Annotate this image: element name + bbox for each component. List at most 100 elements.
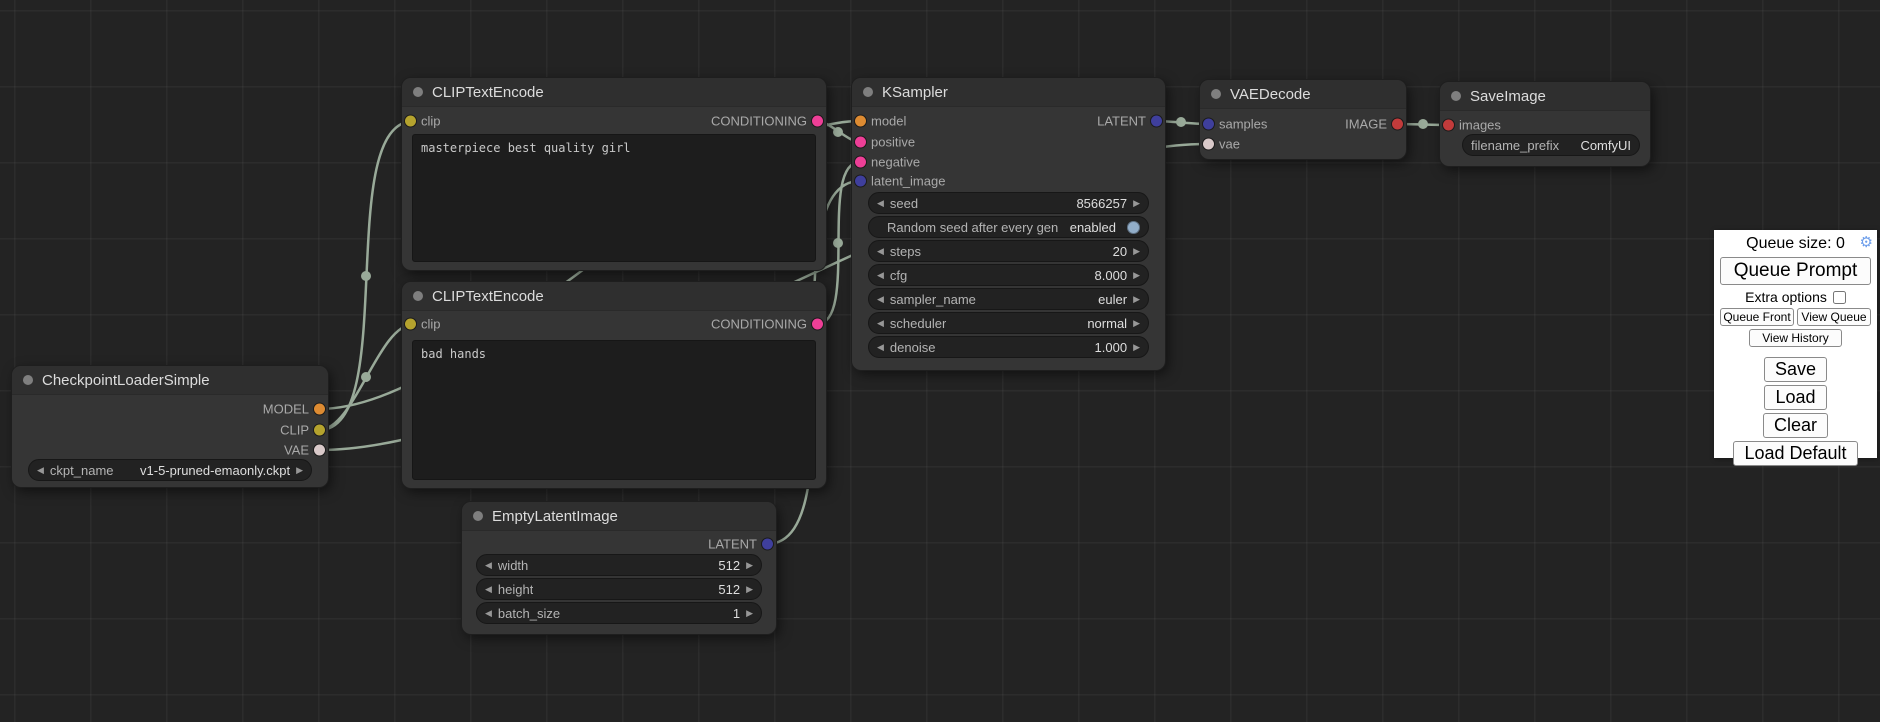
widget-value: euler <box>1098 292 1127 307</box>
queue-prompt-button[interactable]: Queue Prompt <box>1720 257 1871 285</box>
load-button[interactable]: Load <box>1764 385 1826 410</box>
batch-size-widget[interactable]: ◀ batch_size 1 ▶ <box>476 602 762 624</box>
decrement-arrow[interactable]: ◀ <box>877 343 884 352</box>
increment-arrow[interactable]: ▶ <box>1133 319 1140 328</box>
increment-arrow[interactable]: ▶ <box>746 561 753 570</box>
decrement-arrow[interactable]: ◀ <box>485 561 492 570</box>
node-collapse-dot[interactable] <box>1211 89 1221 99</box>
node-clip-text-encode-positive[interactable]: CLIPTextEncode clip CONDITIONING masterp… <box>402 78 826 270</box>
node-collapse-dot[interactable] <box>23 375 33 385</box>
node-collapse-dot[interactable] <box>413 87 423 97</box>
negative-prompt-textarea[interactable]: bad hands <box>412 340 816 480</box>
input-slot-samples[interactable] <box>1203 119 1214 130</box>
output-slot-conditioning[interactable] <box>812 319 823 330</box>
node-title-bar[interactable]: VAEDecode <box>1200 80 1406 109</box>
input-slot-latent-image[interactable] <box>855 176 866 187</box>
input-slot-vae[interactable] <box>1203 139 1214 150</box>
output-slot-conditioning[interactable] <box>812 116 823 127</box>
node-empty-latent-image[interactable]: EmptyLatentImage LATENT ◀ width 512 ▶ ◀ … <box>462 502 776 634</box>
node-save-image[interactable]: SaveImage images filename_prefix ComfyUI <box>1440 82 1650 166</box>
widget-label: sampler_name <box>890 292 976 307</box>
output-slot-vae[interactable] <box>314 445 325 456</box>
increment-arrow[interactable]: ▶ <box>1133 199 1140 208</box>
slot-row: LATENT <box>462 534 776 554</box>
queue-front-button[interactable]: Queue Front <box>1720 308 1794 326</box>
decrement-arrow[interactable]: ◀ <box>37 466 44 475</box>
decrement-arrow[interactable]: ◀ <box>877 319 884 328</box>
widget-value: 8566257 <box>1076 196 1127 211</box>
input-slot-model[interactable] <box>855 116 866 127</box>
output-slot-image[interactable] <box>1392 119 1403 130</box>
input-slot-label: model <box>871 114 906 129</box>
input-slot-negative[interactable] <box>855 157 866 168</box>
node-title-bar[interactable]: CLIPTextEncode <box>402 78 826 107</box>
input-slot-images[interactable] <box>1443 120 1454 131</box>
height-widget[interactable]: ◀ height 512 ▶ <box>476 578 762 600</box>
random-seed-toggle[interactable]: Random seed after every gen enabled <box>868 216 1149 238</box>
decrement-arrow[interactable]: ◀ <box>877 199 884 208</box>
decrement-arrow[interactable]: ◀ <box>485 609 492 618</box>
save-button[interactable]: Save <box>1764 357 1827 382</box>
toggle-on-dot[interactable] <box>1127 221 1140 234</box>
width-widget[interactable]: ◀ width 512 ▶ <box>476 554 762 576</box>
input-slot-label: latent_image <box>871 174 945 189</box>
output-slot-latent[interactable] <box>1151 116 1162 127</box>
widget-label: cfg <box>890 268 907 283</box>
output-slot-label: VAE <box>284 443 309 458</box>
decrement-arrow[interactable]: ◀ <box>877 247 884 256</box>
scheduler-widget[interactable]: ◀ scheduler normal ▶ <box>868 312 1149 334</box>
node-title-bar[interactable]: EmptyLatentImage <box>462 502 776 531</box>
node-collapse-dot[interactable] <box>413 291 423 301</box>
input-slot-positive[interactable] <box>855 137 866 148</box>
cfg-widget[interactable]: ◀ cfg 8.000 ▶ <box>868 264 1149 286</box>
node-title-bar[interactable]: CheckpointLoaderSimple <box>12 366 328 395</box>
input-slot-clip[interactable] <box>405 319 416 330</box>
extra-options-checkbox[interactable] <box>1833 291 1846 304</box>
output-slot-latent[interactable] <box>762 539 773 550</box>
widget-value: normal <box>1087 316 1127 331</box>
comfy-menu: Queue size: 0 ⚙ Queue Prompt Extra optio… <box>1714 230 1877 458</box>
node-collapse-dot[interactable] <box>1451 91 1461 101</box>
denoise-widget[interactable]: ◀ denoise 1.000 ▶ <box>868 336 1149 358</box>
input-slot-clip[interactable] <box>405 116 416 127</box>
filename-prefix-widget[interactable]: filename_prefix ComfyUI <box>1462 134 1640 156</box>
increment-arrow[interactable]: ▶ <box>1133 295 1140 304</box>
node-checkpoint-loader[interactable]: CheckpointLoaderSimple MODEL CLIP VAE ◀ … <box>12 366 328 487</box>
increment-arrow[interactable]: ▶ <box>1133 343 1140 352</box>
decrement-arrow[interactable]: ◀ <box>877 295 884 304</box>
input-slot-label: positive <box>871 135 915 150</box>
clear-button[interactable]: Clear <box>1763 413 1828 438</box>
increment-arrow[interactable]: ▶ <box>296 466 303 475</box>
steps-widget[interactable]: ◀ steps 20 ▶ <box>868 240 1149 262</box>
settings-gear-icon[interactable]: ⚙ <box>1860 233 1873 251</box>
seed-widget[interactable]: ◀ seed 8566257 ▶ <box>868 192 1149 214</box>
increment-arrow[interactable]: ▶ <box>746 585 753 594</box>
sampler-name-widget[interactable]: ◀ sampler_name euler ▶ <box>868 288 1149 310</box>
ckpt-name-widget[interactable]: ◀ ckpt_name v1-5-pruned-emaonly.ckpt ▶ <box>28 459 312 481</box>
node-title-bar[interactable]: KSampler <box>852 78 1165 107</box>
view-history-button[interactable]: View History <box>1749 329 1841 347</box>
output-slot-model[interactable] <box>314 404 325 415</box>
node-vae-decode[interactable]: VAEDecode samples IMAGE vae <box>1200 80 1406 159</box>
node-title-bar[interactable]: CLIPTextEncode <box>402 282 826 311</box>
graph-canvas[interactable]: CheckpointLoaderSimple MODEL CLIP VAE ◀ … <box>0 0 1880 722</box>
output-slot-clip[interactable] <box>314 425 325 436</box>
view-queue-button[interactable]: View Queue <box>1797 308 1871 326</box>
node-collapse-dot[interactable] <box>863 87 873 97</box>
decrement-arrow[interactable]: ◀ <box>877 271 884 280</box>
widget-label: denoise <box>890 340 936 355</box>
node-clip-text-encode-negative[interactable]: CLIPTextEncode clip CONDITIONING bad han… <box>402 282 826 488</box>
increment-arrow[interactable]: ▶ <box>746 609 753 618</box>
node-title-bar[interactable]: SaveImage <box>1440 82 1650 111</box>
node-ksampler[interactable]: KSampler model LATENT positive negative … <box>852 78 1165 370</box>
link-midpoint-dot <box>361 271 371 281</box>
decrement-arrow[interactable]: ◀ <box>485 585 492 594</box>
slot-row: VAE <box>12 440 328 460</box>
increment-arrow[interactable]: ▶ <box>1133 271 1140 280</box>
input-slot-label: samples <box>1219 117 1267 132</box>
increment-arrow[interactable]: ▶ <box>1133 247 1140 256</box>
node-collapse-dot[interactable] <box>473 511 483 521</box>
node-title: EmptyLatentImage <box>492 508 618 525</box>
load-default-button[interactable]: Load Default <box>1733 441 1857 466</box>
positive-prompt-textarea[interactable]: masterpiece best quality girl <box>412 134 816 262</box>
